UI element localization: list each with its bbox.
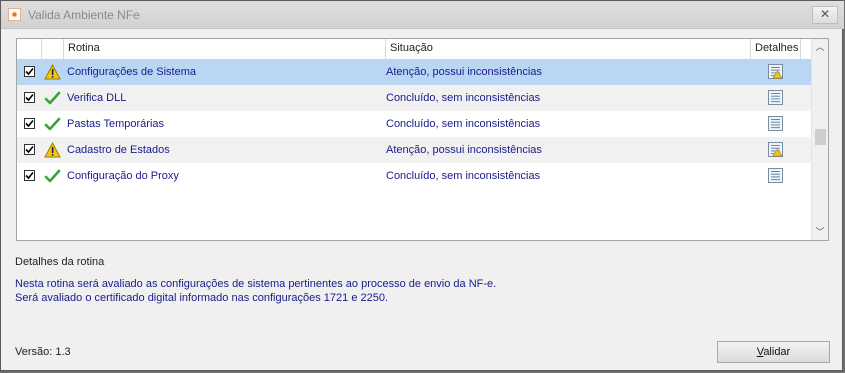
details-line-1: Nesta rotina será avaliado as configuraç… xyxy=(15,278,497,290)
scroll-up-arrow-icon[interactable]: ︿ xyxy=(812,39,828,55)
rotina-cell: Pastas Temporárias xyxy=(67,118,165,130)
situacao-cell: Concluído, sem inconsistências xyxy=(386,92,541,104)
details-line-2: Será avaliado o certificado digital info… xyxy=(15,292,389,304)
situacao-cell: Concluído, sem inconsistências xyxy=(386,118,541,130)
title-bar[interactable]: Valida Ambiente NFe ✕ xyxy=(1,1,844,29)
header-rotina[interactable]: Rotina xyxy=(64,39,386,59)
situacao-cell: Atenção, possui inconsistências xyxy=(386,66,542,78)
close-button[interactable]: ✕ xyxy=(812,6,838,24)
routines-grid[interactable]: Rotina Situação Detalhes Configurações d… xyxy=(16,38,829,241)
scroll-down-arrow-icon[interactable]: ﹀ xyxy=(812,224,828,240)
table-row[interactable]: Pastas Temporárias Concluído, sem inconsi… xyxy=(17,111,812,137)
checkmark-icon xyxy=(44,168,61,184)
table-row[interactable]: Cadastro de Estados Atenção, possui incon… xyxy=(17,137,812,163)
close-icon: ✕ xyxy=(819,7,831,21)
rotina-cell: Configurações de Sistema xyxy=(67,66,197,78)
header-status-column[interactable] xyxy=(42,39,64,59)
header-check-column[interactable] xyxy=(17,39,42,59)
table-row[interactable]: Verifica DLL Concluído, sem inconsistênci… xyxy=(17,85,812,111)
row-checkbox[interactable] xyxy=(24,170,35,181)
details-icon[interactable] xyxy=(768,90,783,105)
details-label: Detalhes da rotina xyxy=(15,256,105,268)
rotina-cell: Verifica DLL xyxy=(67,92,127,104)
version-label: Versão: 1.3 xyxy=(15,346,71,358)
rotina-cell: Cadastro de Estados xyxy=(67,144,170,156)
validar-label: alidar xyxy=(763,346,791,358)
table-row[interactable]: Configuração do Proxy Concluído, sem inco… xyxy=(17,163,812,189)
situacao-cell: Atenção, possui inconsistências xyxy=(386,144,542,156)
warning-icon xyxy=(44,141,61,158)
grid-header: Rotina Situação Detalhes xyxy=(17,39,812,60)
header-situacao[interactable]: Situação xyxy=(386,39,751,59)
header-detalhes[interactable]: Detalhes xyxy=(751,39,801,59)
details-icon[interactable] xyxy=(768,64,783,79)
app-icon xyxy=(8,8,21,21)
row-checkbox[interactable] xyxy=(24,144,35,155)
row-checkbox[interactable] xyxy=(24,118,35,129)
checkmark-icon xyxy=(44,116,61,132)
rotina-cell: Configuração do Proxy xyxy=(67,170,179,182)
details-icon[interactable] xyxy=(768,116,783,131)
scroll-thumb[interactable] xyxy=(815,129,826,145)
window: Valida Ambiente NFe ✕ Rotina Situação De… xyxy=(0,0,844,371)
checkmark-icon xyxy=(44,90,61,106)
situacao-cell: Concluído, sem inconsistências xyxy=(386,170,541,182)
window-title: Valida Ambiente NFe xyxy=(28,8,140,22)
warning-icon xyxy=(44,63,61,80)
vertical-scrollbar[interactable]: ︿ ﹀ xyxy=(811,39,828,240)
details-icon[interactable] xyxy=(768,142,783,157)
details-icon[interactable] xyxy=(768,168,783,183)
row-checkbox[interactable] xyxy=(24,66,35,77)
details-description: Nesta rotina será avaliado as configuraç… xyxy=(15,277,496,305)
table-row[interactable]: Configurações de Sistema Atenção, possui … xyxy=(17,59,812,85)
validar-button[interactable]: Validar xyxy=(717,341,830,363)
row-checkbox[interactable] xyxy=(24,92,35,103)
